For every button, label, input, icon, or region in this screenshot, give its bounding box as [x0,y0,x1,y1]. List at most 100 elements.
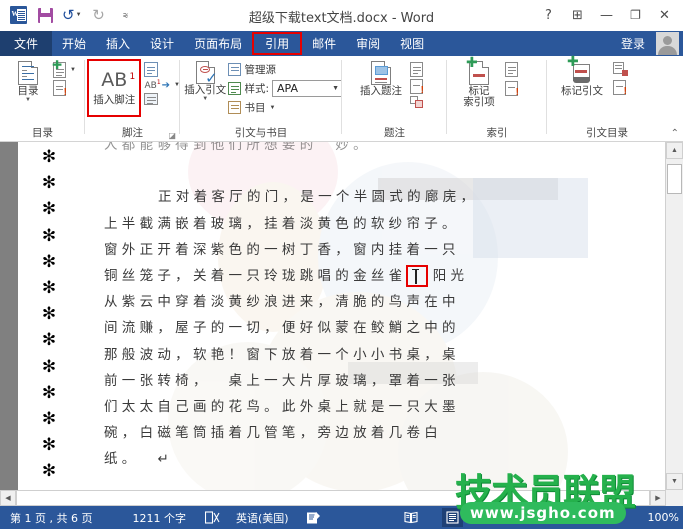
mark-citation-button[interactable]: ✚ 标记引文 [553,54,611,97]
margin-mark: ✻ [41,147,57,167]
insert-citation-icon: ✓ [195,61,218,86]
spell-check-icon[interactable] [204,511,222,524]
tab-mailings[interactable]: 邮件 [302,31,346,56]
text-cursor-highlight [406,264,429,287]
watermark-url: www.jsgho.com [460,502,626,524]
tab-page-layout[interactable]: 页面布局 [184,31,252,56]
next-footnote-button[interactable]: AB1 ➔ ▼ [144,79,180,91]
bibliography-button[interactable]: 书目 ▼ [228,100,342,115]
scroll-down-icon[interactable]: ▼ [666,473,683,490]
document-area: ✻ ✻ ✻ ✻ ✻ ✻ ✻ ✻ ✻ ✻ ✻ ✻ ✻ 人 都 能 够 得 到 他 们 所 想 要 的 妙 … [0,142,683,490]
margin-mark: ✻ [41,382,57,403]
update-toc-button[interactable]: ! [53,80,76,98]
insert-footnote-button[interactable]: AB 1 插入脚注 [87,59,142,117]
restore-icon[interactable]: ❐ [621,4,650,26]
margin-mark: ✻ [41,251,57,272]
insert-index-button[interactable] [505,62,518,77]
avatar[interactable] [656,32,679,55]
document-line: 上 半 截 满 嵌 着 玻 璃 ， 挂 着 淡 黄 色 的 软 纱 帘 子 。 [104,215,456,232]
collapse-ribbon-icon[interactable]: ⌃ [671,128,679,139]
update-index-button[interactable]: ! [505,81,519,98]
bibliography-icon [228,101,242,114]
mark-entry-icon: ✚ [466,55,489,85]
sign-in-link[interactable]: 登录 [621,31,645,56]
scroll-up-icon[interactable]: ▲ [666,142,683,159]
mark-citation-label: 标记引文 [561,85,603,97]
word-window: W ↺ ▼ ↻ ⩬ 超级下载text文档.docx - Word ? ⊞ — ❐ … [0,0,683,529]
read-mode-icon[interactable] [401,508,422,527]
insert-table-of-figures-button[interactable] [410,62,424,77]
insert-caption-button[interactable]: 插入题注 [352,59,410,97]
document-line: 窗 外 正 开 着 深 紫 色 的 一 树 丁 香 ， 窗 内 挂 着 一 只 [104,241,456,258]
ribbon-group-authorities: ✚ 标记引文 ! 引文目录 [547,54,667,141]
update-table-authorities-icon: ! [613,80,627,97]
status-language[interactable]: 英语(美国) [236,510,289,526]
ribbon: 目录 ▼ ✚ ▼ ! 目录 AB 1 插入脚注 AB1 ➔ ▼ 脚注 ◪ ✓ 插… [0,54,683,142]
insert-caption-icon [371,61,391,85]
manage-sources-button[interactable]: 管理源 [228,62,342,77]
margin-mark: ✻ [41,304,57,325]
track-changes-icon[interactable] [305,511,323,524]
update-table-button[interactable]: ! [410,79,424,96]
insert-caption-label: 插入题注 [360,85,402,97]
tab-view[interactable]: 视图 [390,31,434,56]
document-line: 从 紫 云 中 穿 着 淡 黄 纱 浪 进 来 ， 清 脆 的 鸟 声 在 中 [104,294,456,311]
margin-mark: ✻ [41,225,57,246]
scroll-left-icon[interactable]: ◀ [0,490,16,506]
document-page[interactable]: ✻ ✻ ✻ ✻ ✻ ✻ ✻ ✻ ✻ ✻ ✻ ✻ ✻ 人 都 能 够 得 到 他 们 所 想 要 的 妙 … [18,142,666,490]
close-icon[interactable]: ✕ [650,4,679,26]
bibliography-label: 书目 [244,102,266,114]
document-line: 碗 ， 白 磁 笔 筒 插 着 几 管 笔 ， 旁 边 放 着 几 卷 白 [104,425,438,442]
window-controls: ? ⊞ — ❐ ✕ [534,4,679,26]
document-line: 间 流 赚 ， 屋 子 的 一 切 ， 便 好 似 蒙 在 鲛 鮹 之 中 的 [104,320,456,337]
cross-reference-button[interactable] [410,96,424,108]
tab-review[interactable]: 审阅 [346,31,390,56]
ribbon-group-index-label: 索引 [486,127,508,139]
status-word-count[interactable]: 1211 个字 [132,510,186,526]
margin-mark: ✻ [41,409,57,430]
vertical-scrollbar[interactable]: ▲ ▼ [665,142,683,490]
scroll-right-icon[interactable]: ▶ [650,490,666,506]
toc-button[interactable]: 目录 ▼ [4,59,52,103]
ribbon-group-footnotes-label: 脚注 [122,127,143,139]
insert-endnote-icon [144,62,159,77]
ribbon-group-authorities-label: 引文目录 [586,127,628,139]
minimize-icon[interactable]: — [592,4,621,26]
document-text[interactable]: 人 都 能 够 得 到 他 们 所 想 要 的 妙 。正 对 着 客 厅 的 门… [104,142,650,490]
tab-insert[interactable]: 插入 [96,31,140,56]
footnotes-dialog-launcher[interactable]: ◪ [168,131,176,140]
toc-icon [18,61,38,85]
title-bar: W ↺ ▼ ↻ ⩬ 超级下载text文档.docx - Word ? ⊞ — ❐ … [0,0,683,31]
insert-index-icon [505,62,518,77]
citation-style-select[interactable]: APA ▼ [272,80,342,97]
tab-home[interactable]: 开始 [52,31,96,56]
add-text-icon: ✚ [52,59,66,78]
vertical-scroll-thumb[interactable] [667,164,682,194]
citation-style-row[interactable]: 样式: APA ▼ [228,80,342,97]
insert-table-of-authorities-button[interactable] [613,62,628,76]
document-line: 前 一 张 转 椅 ， 桌 上 一 大 片 厚 玻 璃 ， 罩 着 一 张 [104,372,456,389]
help-icon[interactable]: ? [534,4,563,26]
add-text-button[interactable]: ✚ ▼ [52,59,76,78]
margin-mark: ✻ [41,356,57,377]
tab-design[interactable]: 设计 [140,31,184,56]
cross-reference-icon [410,96,424,108]
tab-file[interactable]: 文件 [0,31,53,56]
next-footnote-arrow-icon: ➔ [161,79,171,91]
zoom-level[interactable]: 100% [648,511,679,524]
mark-entry-button[interactable]: ✚ 标记 索引项 [455,55,503,108]
insert-endnote-button[interactable] [144,62,180,77]
insert-table-of-figures-icon [410,62,423,77]
ribbon-group-captions: 插入题注 ! 题注 [342,56,447,141]
document-line: 铜 丝 笼 子 ， 关 着 一 只 玲 珑 跳 唱 的 金 丝 雀 阳 光 [104,263,650,289]
margin-mark: ✻ [41,461,57,482]
citation-style-value: APA [277,82,298,95]
insert-citation-button[interactable]: ✓ 插入引文 ▼ [184,59,226,102]
ribbon-group-toc: 目录 ▼ ✚ ▼ ! 目录 [0,56,85,141]
show-notes-button[interactable] [144,93,180,105]
ribbon-display-options-icon[interactable]: ⊞ [563,4,592,26]
update-table-authorities-button[interactable]: ! [613,80,628,97]
margin-decorative-marks: ✻ ✻ ✻ ✻ ✻ ✻ ✻ ✻ ✻ ✻ ✻ ✻ ✻ [32,144,66,485]
status-page-count[interactable]: 第 1 页 , 共 6 页 [10,510,92,526]
